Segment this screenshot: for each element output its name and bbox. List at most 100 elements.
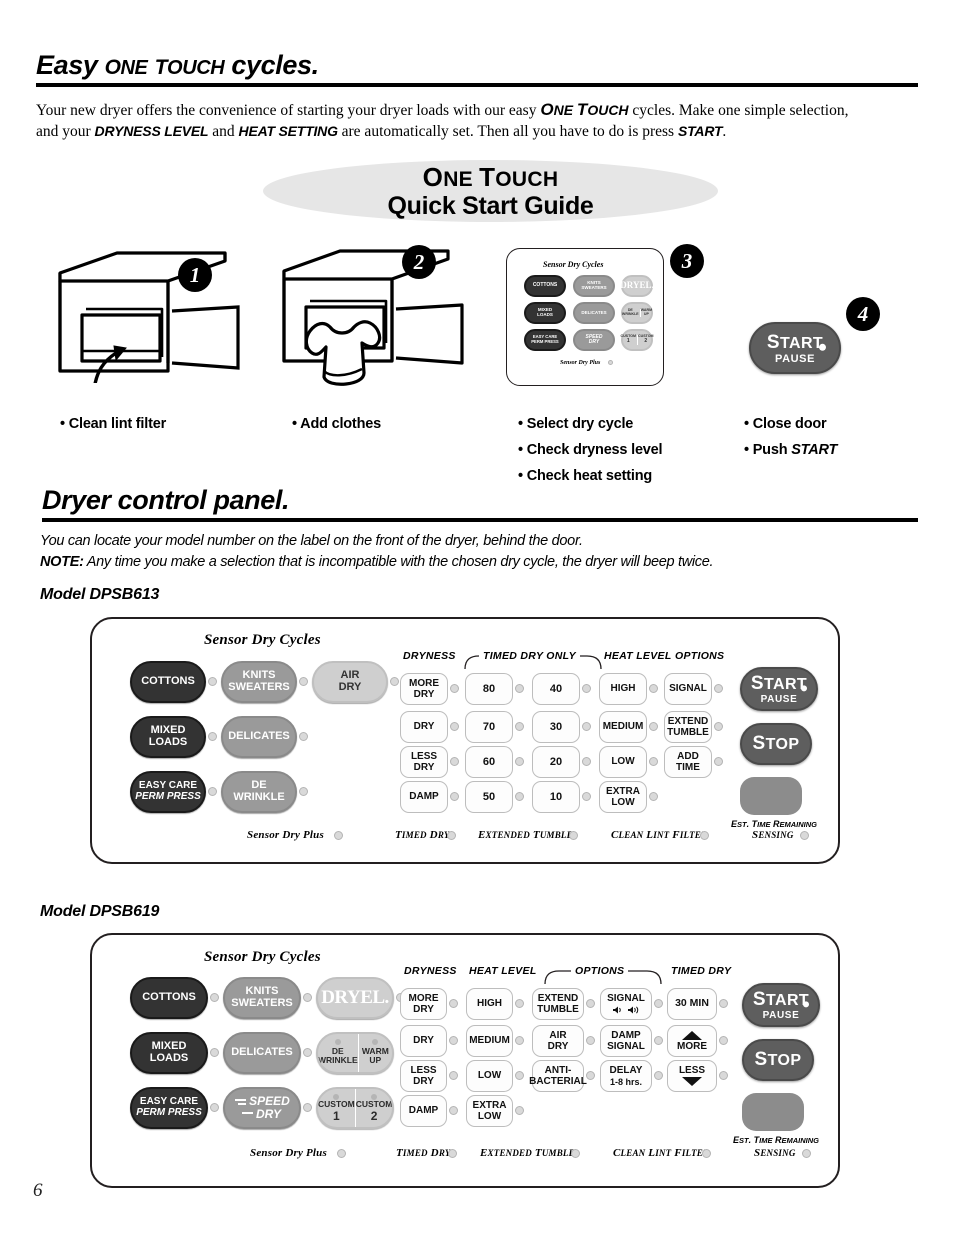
panel613-stop-label: STOP [752, 733, 800, 754]
mini-cycle-knits-sweaters[interactable]: KNITS SWEATERS [573, 275, 615, 297]
speed-lines-icon-2 [241, 1112, 253, 1115]
mini-cycle-speed-dry[interactable]: SPEED DRY [573, 329, 615, 351]
panel613-heat-medium[interactable]: MEDIUM [599, 711, 647, 743]
panel613-led-sensor-dry-plus [334, 831, 343, 840]
mini-cycle-easy-care-perm-press[interactable]: EASY CARE PERM PRESS [524, 329, 566, 351]
panel613-option-signal[interactable]: SIGNAL [664, 673, 712, 705]
panel619-heat-high[interactable]: HIGH [466, 988, 513, 1020]
panel619-display-label: EST. TIME REMAINING [733, 1135, 819, 1145]
panel613-dryness-dry[interactable]: DRY [400, 711, 448, 743]
panel619-heat-extra-low[interactable]: EXTRA LOW [466, 1095, 513, 1127]
panel619-option-extend-tumble[interactable]: EXTEND TUMBLE [532, 988, 584, 1020]
panel613-led-20 [582, 757, 591, 766]
panel613-option-extend-tumble[interactable]: EXTEND TUMBLE [664, 711, 712, 743]
panel619-cycle-cottons[interactable]: COTTONS [130, 977, 208, 1019]
panel619-option-anti-bacterial[interactable]: ANTI- BACTERIAL [529, 1060, 587, 1092]
panel613-timed-10[interactable]: 10 [532, 781, 580, 813]
panel613-dryness-more-dry[interactable]: MORE DRY [400, 673, 448, 705]
panel613-led-dry [450, 722, 459, 731]
panel619-cycle-knits-sweaters[interactable]: KNITS SWEATERS [223, 977, 301, 1019]
panel619-cycle-warm-up[interactable]: WARM UP [357, 1034, 392, 1072]
step4-start-pause-button[interactable]: START PAUSE [749, 322, 841, 374]
mini-cycle-dryel[interactable]: DRYEL. [620, 275, 654, 297]
mini-cycle-dewrinkle-warmup[interactable]: DE WRINKLE WARM UP [621, 302, 653, 324]
panel619-option-delay[interactable]: DELAY 1-8 hrs. [600, 1060, 652, 1092]
panel613-cycle-de-wrinkle[interactable]: DE WRINKLE [221, 771, 297, 813]
mini-cycle-delicates[interactable]: DELICATES [573, 302, 615, 324]
panel619-cycle-mixed-loads[interactable]: MIXED LOADS [130, 1032, 208, 1074]
panel613-timed-40[interactable]: 40 [532, 673, 580, 705]
panel619-led-low [515, 1071, 524, 1080]
panel613-timed-60[interactable]: 60 [465, 746, 513, 778]
panel613-timed-70[interactable]: 70 [465, 711, 513, 743]
panel613-timed-50[interactable]: 50 [465, 781, 513, 813]
panel619-combo-dewrinkle-warmup[interactable]: DE WRINKLE WARM UP [316, 1032, 394, 1074]
panel619-combo-custom-1-2[interactable]: CUSTOM 1 CUSTOM 2 [316, 1087, 394, 1129]
panel613-timed-30[interactable]: 30 [532, 711, 580, 743]
step1-bullet-0: Clean lint filter [68, 416, 167, 432]
model-613-label: Model DPSB613 [40, 586, 160, 603]
panel619-cycle-custom-1[interactable]: CUSTOM 1 [318, 1089, 355, 1127]
panel619-led-warm-up [372, 1039, 379, 1045]
panel619-option-air-dry[interactable]: AIR DRY [532, 1025, 584, 1057]
panel613-cycle-delicates[interactable]: DELICATES [221, 716, 297, 758]
panel613-cycle-air-dry[interactable]: AIR DRY [312, 661, 388, 703]
panel613-stop-button[interactable]: STOP [740, 723, 812, 765]
panel619-dryness-damp[interactable]: DAMP [400, 1095, 447, 1127]
panel619-heat-low[interactable]: LOW [466, 1060, 513, 1092]
panel619-option-signal[interactable]: SIGNAL [600, 988, 652, 1020]
triangle-down-icon [682, 1077, 702, 1087]
mini-cycle-cottons[interactable]: COTTONS [524, 275, 566, 297]
panel613-led-damp [450, 792, 459, 801]
panel619-led-high [515, 999, 524, 1008]
panel619-dryness-dry[interactable]: DRY [400, 1025, 447, 1057]
panel613-heat-low[interactable]: LOW [599, 746, 647, 778]
panel613-led-10 [582, 792, 591, 801]
panel619-option-damp-signal[interactable]: DAMP SIGNAL [600, 1025, 652, 1057]
panel619-stop-button[interactable]: STOP [742, 1039, 814, 1081]
panel619-time-display [742, 1093, 804, 1131]
panel613-led-80 [515, 684, 524, 693]
panel613-option-add-time[interactable]: ADD TIME [664, 746, 712, 778]
section-rule-1 [36, 83, 918, 87]
panel613-cycle-mixed-loads[interactable]: MIXED LOADS [130, 716, 206, 758]
panel619-status-timed-dry: TIMED DRY [396, 1147, 451, 1159]
panel613-led-timed-dry [447, 831, 456, 840]
panel613-cycle-knits-sweaters[interactable]: KNITS SWEATERS [221, 661, 297, 703]
panel619-dryness-more-dry[interactable]: MORE DRY [400, 988, 447, 1020]
speaker-icons [612, 1005, 640, 1015]
panel613-heat-extra-low[interactable]: EXTRA LOW [599, 781, 647, 813]
panel613-dryness-damp[interactable]: DAMP [400, 781, 448, 813]
mini-cycle-custom-1-2[interactable]: CUSTOM 1 CUSTOM 2 [620, 329, 654, 351]
panel619-cycle-de-wrinkle[interactable]: DE WRINKLE [318, 1034, 358, 1072]
panel619-timed-less[interactable]: LESS [667, 1060, 717, 1092]
mini-cycle-mixed-loads[interactable]: MIXED LOADS [524, 302, 566, 324]
panel619-cycle-dryel[interactable]: DRYEL. [316, 977, 394, 1019]
panel613-cycle-cottons[interactable]: COTTONS [130, 661, 206, 703]
panel619-heat-medium[interactable]: MEDIUM [466, 1025, 513, 1057]
page-number: 6 [33, 1180, 43, 1201]
panel613-dryness-less-dry[interactable]: LESS DRY [400, 746, 448, 778]
panel619-cycle-delicates[interactable]: DELICATES [223, 1032, 301, 1074]
panel619-led-medium [515, 1036, 524, 1045]
panel613-cycle-easy-care-perm-press[interactable]: EASY CARE PERM PRESS [130, 771, 206, 813]
panel619-led-delicates [303, 1048, 312, 1057]
panel619-timed-more[interactable]: MORE [667, 1025, 717, 1057]
step4-bullet-0: Close door [752, 416, 827, 432]
panel613-timed-80[interactable]: 80 [465, 673, 513, 705]
panel619-cycle-easy-care-perm-press[interactable]: EASY CARE PERM PRESS [130, 1087, 208, 1129]
panel613-led-mixed-loads [208, 732, 217, 741]
panel619-start-pause-button[interactable]: START PAUSE [742, 983, 820, 1027]
panel613-led-cottons [208, 677, 217, 686]
panel619-cycle-custom-2[interactable]: CUSTOM 2 [354, 1089, 392, 1127]
panel613-status-timed-dry: TIMED DRY [395, 829, 450, 841]
panel613-led-70 [515, 722, 524, 731]
panel613-heat-high[interactable]: HIGH [599, 673, 647, 705]
panel613-status-extended-tumble: EXTENDED TUMBLE [478, 829, 573, 841]
panel619-cycle-speed-dry[interactable]: SPEED DRY [223, 1087, 301, 1129]
panel613-start-pause-button[interactable]: START PAUSE [740, 667, 818, 711]
step3-mini-control-panel: Sensor Dry Cycles COTTONS KNITS SWEATERS … [506, 248, 664, 386]
panel619-timed-30-min[interactable]: 30 MIN [667, 988, 717, 1020]
panel613-timed-20[interactable]: 20 [532, 746, 580, 778]
panel619-dryness-less-dry[interactable]: LESS DRY [400, 1060, 447, 1092]
